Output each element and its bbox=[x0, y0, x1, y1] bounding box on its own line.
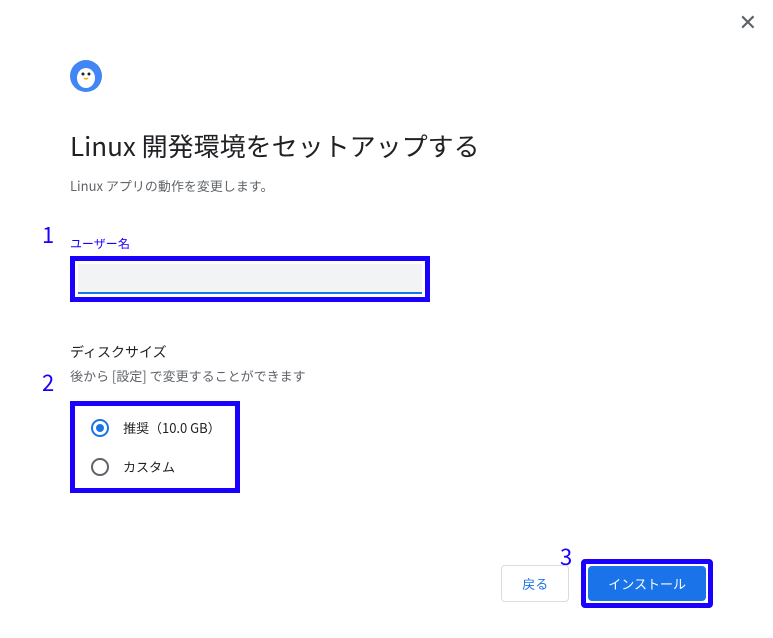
page-title: Linux 開発環境をセットアップする bbox=[70, 127, 713, 164]
setup-dialog: ✕ Linux 開発環境をセットアップする Linux アプリの動作を変更します… bbox=[0, 0, 773, 638]
disk-radio-highlight-box: 推奨（10.0 GB） カスタム bbox=[70, 401, 240, 493]
radio-custom-label: カスタム bbox=[123, 457, 175, 476]
disk-size-label: ディスクサイズ bbox=[70, 342, 713, 362]
radio-custom[interactable]: カスタム bbox=[91, 457, 219, 476]
linux-logo-icon bbox=[70, 60, 713, 97]
page-subtitle: Linux アプリの動作を変更します。 bbox=[70, 176, 713, 195]
username-input[interactable] bbox=[78, 264, 422, 294]
username-label: ユーザー名 bbox=[70, 235, 713, 252]
radio-recommended[interactable]: 推奨（10.0 GB） bbox=[91, 418, 219, 437]
install-button[interactable]: インストール bbox=[588, 566, 706, 601]
close-button[interactable]: ✕ bbox=[739, 12, 757, 34]
disk-section: ディスクサイズ 後から [設定] で変更することができます 2 推奨（10.0 … bbox=[70, 342, 713, 493]
annotation-2: 2 bbox=[42, 366, 54, 398]
username-section: ユーザー名 bbox=[70, 235, 713, 302]
install-highlight-box: インストール bbox=[581, 559, 713, 608]
close-icon: ✕ bbox=[739, 10, 757, 35]
disk-size-sublabel: 後から [設定] で変更することができます bbox=[70, 366, 713, 385]
username-highlight-box bbox=[70, 256, 430, 302]
radio-icon-unchecked bbox=[91, 458, 109, 476]
radio-recommended-label: 推奨（10.0 GB） bbox=[123, 418, 219, 437]
annotation-1: 1 bbox=[42, 218, 54, 250]
dialog-footer: 戻る インストール bbox=[501, 559, 713, 608]
back-button[interactable]: 戻る bbox=[501, 565, 569, 602]
radio-icon-checked bbox=[91, 419, 109, 437]
